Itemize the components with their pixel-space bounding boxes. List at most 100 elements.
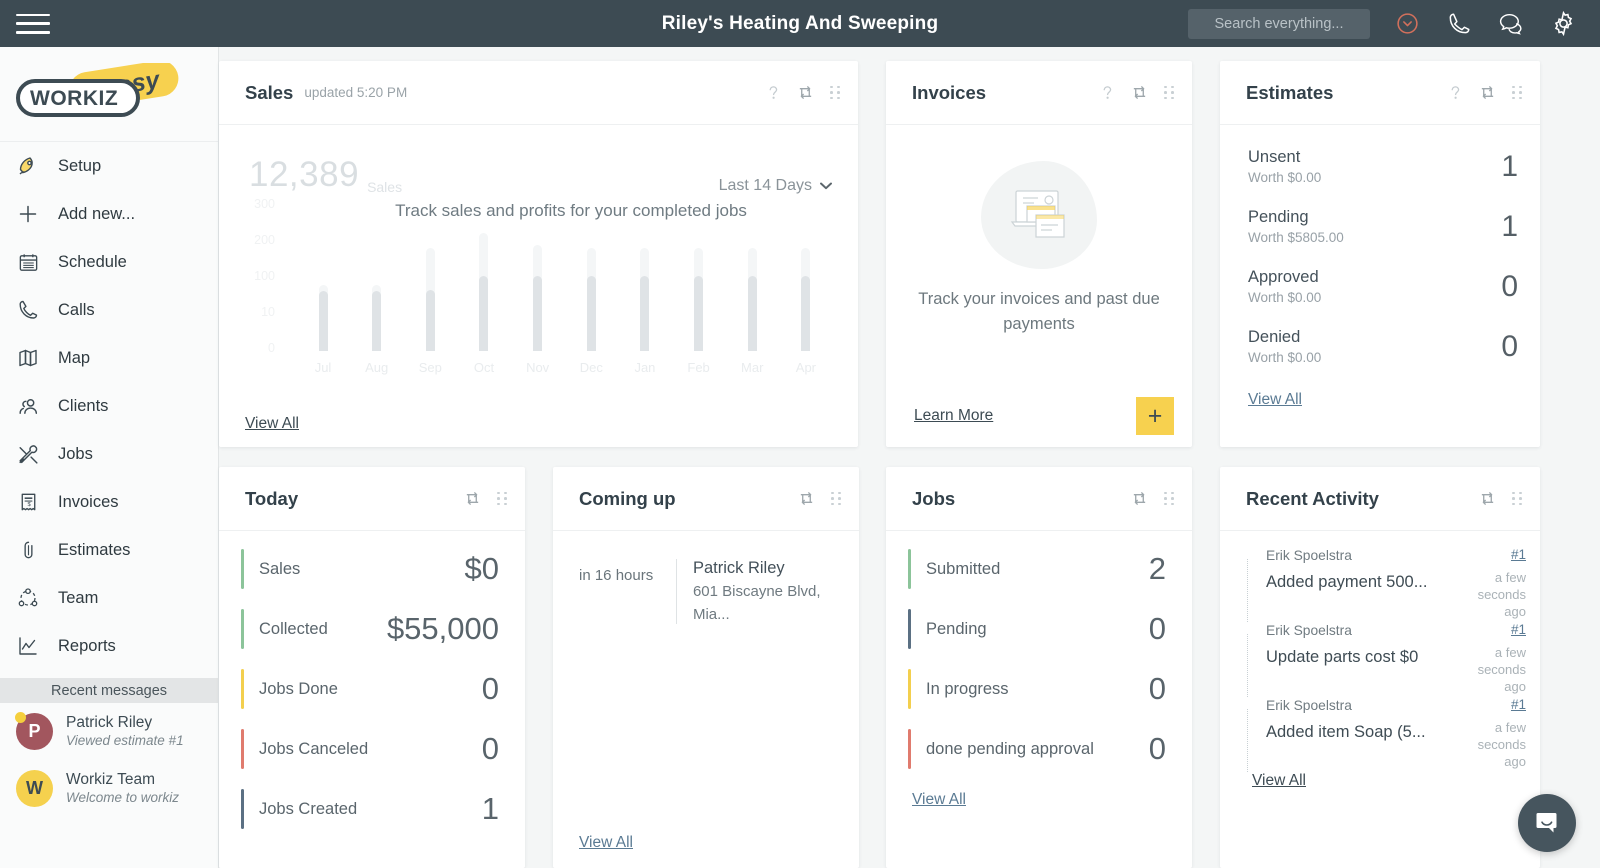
sidebar-item-schedule[interactable]: Schedule xyxy=(0,238,218,286)
estimates-row-value: 1 xyxy=(1501,210,1518,243)
drag-handle-icon[interactable] xyxy=(1512,491,1522,506)
sidebar-item-calls[interactable]: Calls xyxy=(0,286,218,334)
status-color-bar xyxy=(241,669,244,709)
drag-handle-icon[interactable] xyxy=(830,85,840,100)
activity-ref-link[interactable]: #1 xyxy=(1470,622,1526,637)
activity-view-all-link[interactable]: View All xyxy=(1252,772,1306,789)
card-title: Estimates xyxy=(1246,81,1334,103)
sidebar-item-invoices[interactable]: $ Invoices xyxy=(0,478,218,526)
stat-value: 0 xyxy=(1148,731,1166,766)
question-mark-icon[interactable] xyxy=(1100,84,1115,101)
sidebar-item-add-new[interactable]: Add new... xyxy=(0,190,218,238)
today-row[interactable]: Collected $55,000 xyxy=(219,599,525,659)
sidebar-item-label: Team xyxy=(58,588,99,607)
refresh-icon[interactable] xyxy=(797,84,814,101)
sidebar-item-jobs[interactable]: Jobs xyxy=(0,430,218,478)
dashboard-main: Sales updated 5:20 PM 12,389 Sales Last … xyxy=(219,47,1600,868)
search-box[interactable] xyxy=(1188,8,1370,39)
sidebar-item-map[interactable]: Map xyxy=(0,334,218,382)
question-mark-icon[interactable] xyxy=(1448,84,1463,101)
message-preview: Welcome to workiz xyxy=(66,790,180,805)
y-tick-label: 200 xyxy=(254,233,275,247)
sidebar-item-label: Add new... xyxy=(58,204,136,223)
question-mark-icon[interactable] xyxy=(766,84,781,101)
sales-total: 12,389 xyxy=(249,155,360,194)
coming-up-item[interactable]: in 16 hours Patrick Riley 601 Biscayne B… xyxy=(553,531,859,626)
sidebar-item-setup[interactable]: Setup xyxy=(0,142,218,190)
drag-handle-icon[interactable] xyxy=(831,491,841,506)
activity-ref-link[interactable]: #1 xyxy=(1470,697,1526,712)
list-item[interactable]: W Workiz Team Welcome to workiz xyxy=(0,760,218,817)
sidebar-item-label: Setup xyxy=(58,156,102,175)
sidebar-item-label: Clients xyxy=(58,396,109,415)
y-tick-label: 300 xyxy=(254,197,275,211)
phone-icon[interactable] xyxy=(1444,9,1474,39)
workiz-logo[interactable]: easy WORKIZ xyxy=(0,47,218,142)
avatar: P xyxy=(15,712,53,750)
sidebar-item-label: Schedule xyxy=(58,252,127,271)
refresh-icon[interactable] xyxy=(464,490,481,507)
sidebar-item-estimates[interactable]: Estimates xyxy=(0,526,218,574)
coming-up-address: 601 Biscayne Blvd, Mia... xyxy=(692,583,821,623)
stat-label: Submitted xyxy=(926,559,1001,578)
estimates-row[interactable]: Approved Worth $0.00 0 xyxy=(1220,257,1540,317)
jobs-row[interactable]: Submitted 2 xyxy=(886,539,1192,599)
jobs-view-all-link[interactable]: View All xyxy=(912,791,966,808)
activity-timeline xyxy=(1244,620,1258,697)
chart-bar: Apr xyxy=(782,201,830,375)
card-header: Recent Activity xyxy=(1220,467,1540,531)
coming-up-view-all-link[interactable]: View All xyxy=(579,834,633,851)
refresh-icon[interactable] xyxy=(798,490,815,507)
drag-handle-icon[interactable] xyxy=(497,491,507,506)
estimates-row[interactable]: Unsent Worth $0.00 1 xyxy=(1220,137,1540,197)
activity-item[interactable]: Erik Spoelstra Update parts cost $0 #1 a fe… xyxy=(1220,620,1540,697)
list-item[interactable]: P Patrick Riley Viewed estimate #1 xyxy=(0,703,218,760)
estimates-row-value: 1 xyxy=(1501,150,1518,183)
chat-icon[interactable] xyxy=(1496,9,1526,39)
refresh-icon[interactable] xyxy=(1131,84,1148,101)
y-tick-label: 100 xyxy=(254,269,275,283)
activity-ref-link[interactable]: #1 xyxy=(1470,547,1526,562)
gear-icon[interactable] xyxy=(1548,9,1578,39)
search-input[interactable] xyxy=(1188,8,1370,39)
sidebar-item-team[interactable]: Team xyxy=(0,574,218,622)
today-row[interactable]: Jobs Created 1 xyxy=(219,779,525,839)
sales-view-all-link[interactable]: View All xyxy=(245,415,299,432)
refresh-icon[interactable] xyxy=(1131,490,1148,507)
sidebar-item-label: Calls xyxy=(58,300,95,319)
today-row[interactable]: Jobs Canceled 0 xyxy=(219,719,525,779)
chart-bar-upper xyxy=(479,233,489,281)
paperclip-icon xyxy=(14,536,42,564)
drag-handle-icon[interactable] xyxy=(1512,85,1522,100)
add-invoice-button[interactable]: + xyxy=(1136,397,1174,435)
status-color-bar xyxy=(908,549,911,589)
sidebar-item-clients[interactable]: Clients xyxy=(0,382,218,430)
jobs-row[interactable]: In progress 0 xyxy=(886,659,1192,719)
status-color-bar xyxy=(241,729,244,769)
estimates-row[interactable]: Denied Worth $0.00 0 xyxy=(1220,317,1540,377)
jobs-row[interactable]: done pending approval 0 xyxy=(886,719,1192,779)
drag-handle-icon[interactable] xyxy=(1164,491,1174,506)
clock-icon[interactable] xyxy=(1392,9,1422,39)
chat-support-button[interactable] xyxy=(1518,794,1576,852)
today-row[interactable]: Sales $0 xyxy=(219,539,525,599)
activity-item[interactable]: Erik Spoelstra Added payment 500... #1 a fe… xyxy=(1220,545,1540,622)
estimates-row-label: Approved xyxy=(1248,268,1319,286)
card-header: Estimates xyxy=(1220,61,1540,125)
today-row[interactable]: Jobs Done 0 xyxy=(219,659,525,719)
plus-icon xyxy=(14,200,42,228)
activity-item[interactable]: Erik Spoelstra Added item Soap (5... #1 a f… xyxy=(1220,695,1540,772)
avatar-initial: W xyxy=(26,778,43,798)
estimates-row[interactable]: Pending Worth $5805.00 1 xyxy=(1220,197,1540,257)
invoices-learn-more-link[interactable]: Learn More xyxy=(914,407,993,425)
date-range-selector[interactable]: Last 14 Days xyxy=(719,177,832,195)
chart-bar-lower xyxy=(640,276,650,351)
drag-handle-icon[interactable] xyxy=(1164,85,1174,100)
card-title: Sales xyxy=(245,81,294,103)
refresh-icon[interactable] xyxy=(1479,490,1496,507)
chart-line-icon xyxy=(14,632,42,660)
estimates-view-all-link[interactable]: View All xyxy=(1248,391,1302,408)
sidebar-item-reports[interactable]: Reports xyxy=(0,622,218,670)
jobs-row[interactable]: Pending 0 xyxy=(886,599,1192,659)
refresh-icon[interactable] xyxy=(1479,84,1496,101)
